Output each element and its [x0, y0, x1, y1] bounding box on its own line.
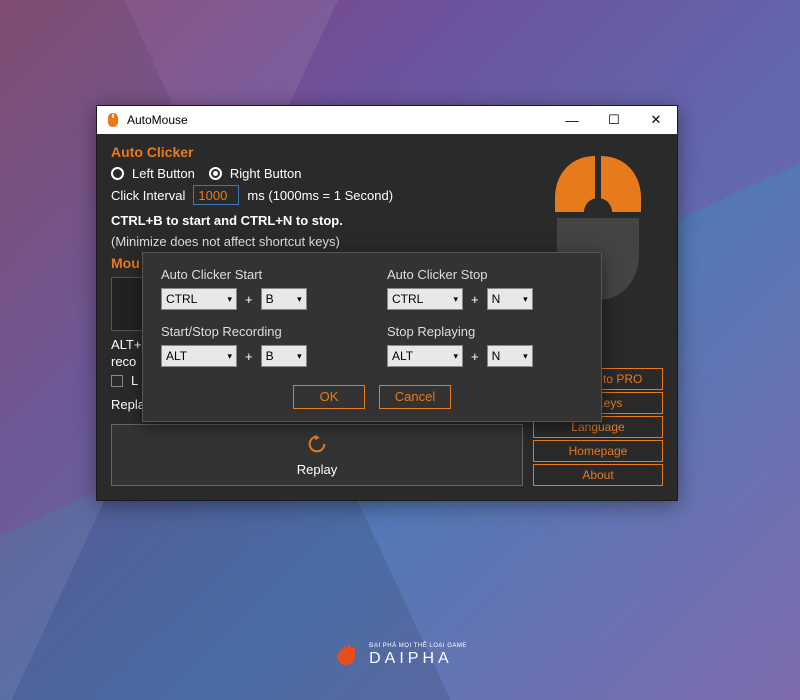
- auto-clicker-start-label: Auto Clicker Start: [161, 267, 357, 282]
- minimize-button[interactable]: —: [551, 106, 593, 134]
- auto-clicker-stop-label: Auto Clicker Stop: [387, 267, 583, 282]
- plus-sign: +: [471, 292, 479, 307]
- loop-checkbox[interactable]: [111, 375, 123, 387]
- left-button-radio[interactable]: [111, 167, 124, 180]
- interval-label-post: ms (1000ms = 1 Second): [247, 188, 393, 203]
- stop-modifier-select[interactable]: CTRL▾: [387, 288, 463, 310]
- stop-replaying-label: Stop Replaying: [387, 324, 583, 339]
- minimize-note: (Minimize does not affect shortcut keys): [111, 234, 523, 249]
- hotkeys-dialog: Auto Clicker Start CTRL▾ + B▾ Auto Click…: [142, 252, 602, 422]
- right-button-label: Right Button: [230, 166, 302, 181]
- right-button-radio[interactable]: [209, 167, 222, 180]
- replay-modifier-select[interactable]: ALT▾: [387, 345, 463, 367]
- close-button[interactable]: ✕: [635, 106, 677, 134]
- interval-label-pre: Click Interval: [111, 188, 185, 203]
- titlebar: AutoMouse — ☐ ✕: [97, 106, 677, 134]
- replay-icon: [306, 433, 328, 458]
- watermark-subtitle: ĐẠI PHÁ MỌI THỂ LOẠI GAME: [369, 643, 467, 649]
- app-icon: [105, 112, 121, 128]
- loop-label: L: [131, 373, 138, 388]
- maximize-button[interactable]: ☐: [593, 106, 635, 134]
- plus-sign: +: [245, 349, 253, 364]
- rec-modifier-select[interactable]: ALT▾: [161, 345, 237, 367]
- start-key-select[interactable]: B▾: [261, 288, 307, 310]
- replay-key-select[interactable]: N▾: [487, 345, 533, 367]
- recording-hotkey-label: Start/Stop Recording: [161, 324, 357, 339]
- window-title: AutoMouse: [127, 113, 551, 127]
- about-link[interactable]: About: [533, 464, 663, 486]
- replay-button-label: Replay: [297, 462, 337, 477]
- rec-key-select[interactable]: B▾: [261, 345, 307, 367]
- ok-button[interactable]: OK: [293, 385, 365, 409]
- watermark-title: DAIPHA: [369, 650, 453, 667]
- start-stop-instruction: CTRL+B to start and CTRL+N to stop.: [111, 213, 343, 228]
- cancel-button[interactable]: Cancel: [379, 385, 451, 409]
- auto-clicker-heading: Auto Clicker: [111, 144, 523, 160]
- left-button-label: Left Button: [132, 166, 195, 181]
- plus-sign: +: [245, 292, 253, 307]
- watermark: ĐẠI PHÁ MỌI THỂ LOẠI GAME DAIPHA: [0, 638, 800, 673]
- replay-button[interactable]: Replay: [111, 424, 523, 486]
- stop-key-select[interactable]: N▾: [487, 288, 533, 310]
- start-modifier-select[interactable]: CTRL▾: [161, 288, 237, 310]
- fist-icon: [333, 638, 363, 673]
- plus-sign: +: [471, 349, 479, 364]
- interval-input[interactable]: [193, 185, 239, 205]
- homepage-link[interactable]: Homepage: [533, 440, 663, 462]
